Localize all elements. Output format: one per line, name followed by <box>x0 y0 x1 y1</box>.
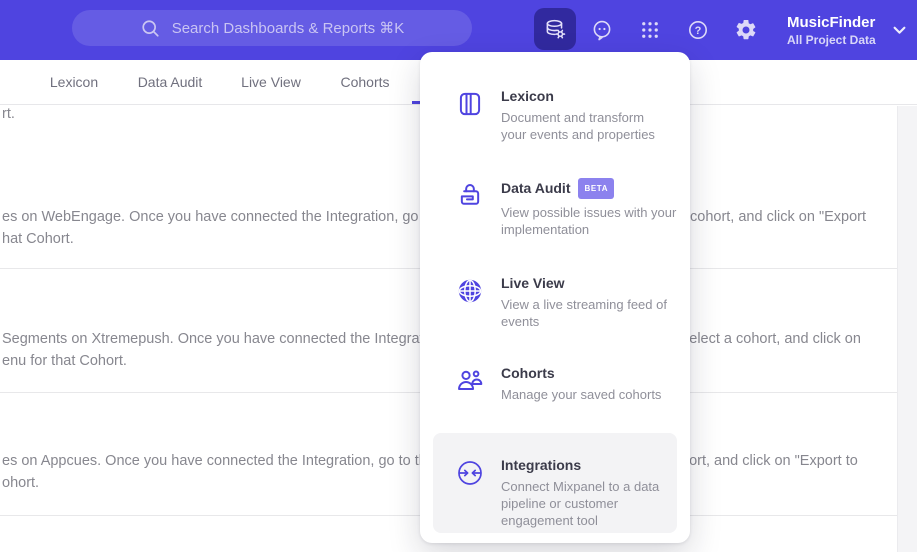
menu-item-description: Manage your saved cohorts <box>501 387 662 402</box>
search-input[interactable]: Search Dashboards & Reports ⌘K <box>72 10 472 46</box>
menu-item-data-audit[interactable]: Data Audit BETA View possible issues with… <box>456 178 691 238</box>
project-name: MusicFinder <box>787 13 876 31</box>
nav-dropdown: Lexicon Document and transform your even… <box>420 52 690 543</box>
mixpanel-app-window: rt. es on WebEngage. Once you have conne… <box>0 0 917 552</box>
menu-item-description: Connect Mixpanel to a data pipeline or c… <box>501 479 660 528</box>
search-icon <box>142 19 159 37</box>
settings-button[interactable] <box>726 10 766 50</box>
lexicon-book-icon <box>459 92 481 116</box>
data-management-icon <box>546 19 565 38</box>
integrations-sync-icon <box>458 461 482 485</box>
table-row-text: Segments on Xtremepush. Once you have co… <box>2 331 447 347</box>
table-row-text: es on WebEngage. Once you have connected… <box>2 209 459 225</box>
menu-item-title: Integrations <box>501 457 582 473</box>
feedback-icon <box>593 20 611 41</box>
menu-item-description: View possible issues with your implement… <box>501 205 677 237</box>
live-view-globe-icon <box>458 279 482 303</box>
data-management-button[interactable] <box>534 8 576 50</box>
menu-item-title: Lexicon <box>501 88 554 104</box>
scroll-gutter <box>897 106 917 552</box>
menu-item-description: Document and transform your events and p… <box>501 110 655 142</box>
menu-item-integrations[interactable]: Integrations Connect Mixpanel to a data … <box>433 433 677 533</box>
settings-icon <box>736 19 756 40</box>
data-audit-lock-icon <box>460 184 480 205</box>
apps-grid-button[interactable] <box>630 10 670 50</box>
apps-grid-icon <box>642 22 658 38</box>
svg-text:?: ? <box>695 25 702 37</box>
help-icon: ? <box>689 21 707 39</box>
table-row-text: select a cohort, and click on <box>682 331 861 347</box>
table-row-text: cohort, and click on "Export <box>690 209 867 225</box>
table-row-text: hort, and click on "Export to <box>681 453 858 469</box>
search-placeholder: Search Dashboards & Reports ⌘K <box>171 20 405 37</box>
menu-item-live-view[interactable]: Live View View a live streaming feed of … <box>456 275 691 330</box>
table-row-text: hat Cohort. <box>2 231 74 247</box>
tab-data-audit[interactable]: Data Audit <box>138 60 203 104</box>
project-subtitle: All Project Data <box>787 32 876 47</box>
tab-live-view[interactable]: Live View <box>241 60 301 104</box>
menu-item-lexicon[interactable]: Lexicon Document and transform your even… <box>456 88 691 143</box>
table-row-text: es on Appcues. Once you have connected t… <box>2 453 451 469</box>
top-header: Search Dashboards & Reports ⌘K ? MusicFi… <box>0 0 917 60</box>
tab-lexicon[interactable]: Lexicon <box>50 60 98 104</box>
table-row-text: rt. <box>2 106 15 122</box>
menu-item-title: Data Audit BETA <box>501 178 691 199</box>
tab-cohorts[interactable]: Cohorts <box>340 60 389 104</box>
table-row-text: ohort. <box>2 475 40 491</box>
chevron-down-icon <box>893 26 906 34</box>
menu-item-title: Cohorts <box>501 365 555 381</box>
project-switcher[interactable]: MusicFinder All Project Data <box>787 0 906 60</box>
menu-item-cohorts[interactable]: Cohorts Manage your saved cohorts <box>456 365 691 403</box>
feedback-button[interactable] <box>582 10 622 50</box>
cohorts-people-icon <box>458 370 483 391</box>
menu-item-title: Live View <box>501 275 565 291</box>
menu-item-description: View a live streaming feed of events <box>501 297 667 329</box>
table-row-text: enu for that Cohort. <box>2 353 127 369</box>
help-button[interactable]: ? <box>678 10 718 50</box>
beta-badge: BETA <box>578 178 615 199</box>
